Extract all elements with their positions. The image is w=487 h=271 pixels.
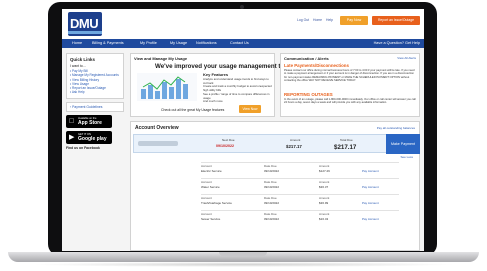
- quick-links-subtitle: I want to...: [70, 64, 86, 68]
- account-summary-bar: Next Due 09/10/2022 Amount $217.17 Total…: [133, 134, 420, 154]
- reporting-outages-text: In the event of an outage, please call 1…: [284, 98, 416, 105]
- site-header: DMU Log Out Home Help Pay Now Report an …: [62, 9, 424, 39]
- feature-item: And much more: [203, 99, 223, 104]
- pay-now-button[interactable]: Pay Now: [340, 16, 368, 25]
- app-store-badge[interactable]:  Available on the App Store: [66, 114, 112, 128]
- pay-account-link[interactable]: Pay Account: [362, 217, 379, 221]
- report-outage-button[interactable]: Report an Issue/Outage: [372, 16, 420, 25]
- reporting-outages-heading: REPORTING OUTAGES: [284, 92, 333, 97]
- account-name-redacted: [138, 141, 178, 146]
- facebook-link[interactable]: Find us on Facebook: [66, 146, 124, 150]
- usage-title: View and Manage My Usage: [134, 56, 188, 61]
- next-due-value: 09/10/2022: [216, 144, 234, 148]
- make-payment-button[interactable]: Make Payment: [386, 134, 420, 154]
- logout-link[interactable]: Log Out: [297, 18, 309, 22]
- amount-label: Amount: [290, 138, 301, 142]
- late-payments-text: Please contact our office during normal …: [284, 69, 415, 83]
- sidebar: Quick Links I want to... • Pay My Bill •…: [66, 53, 124, 150]
- alerts-panel: Communication / Alerts View All Alerts L…: [280, 53, 420, 117]
- account-row: Account Water Service Date Due 09/10/202…: [201, 178, 399, 192]
- quick-link-ask-help[interactable]: • Ask Help: [70, 90, 120, 94]
- total-due-label: Total Due: [340, 138, 353, 142]
- usage-chart-illustration: [137, 73, 197, 101]
- logo-text: DMU: [70, 16, 99, 31]
- nav-notifications[interactable]: Notifications: [196, 39, 217, 48]
- home-link[interactable]: Home: [313, 18, 322, 22]
- nav-profile[interactable]: My Profile: [140, 39, 157, 48]
- pay-account-link[interactable]: Pay Account: [362, 185, 379, 189]
- account-overview-title: Account Overview: [135, 125, 179, 131]
- main-nav: Home Billing & Payments My Profile My Us…: [62, 39, 424, 48]
- top-links: Log Out Home Help: [297, 18, 336, 22]
- usage-panel: View and Manage My Usage We've improved …: [130, 53, 295, 117]
- account-row: Account Trash/Garbage Service Date Due 0…: [201, 194, 399, 208]
- account-row: Account Electric Service Date Due 09/10/…: [201, 162, 399, 176]
- pay-account-link[interactable]: Pay Account: [362, 201, 379, 205]
- quick-links-panel: Quick Links I want to... • Pay My Bill •…: [66, 53, 124, 99]
- quick-links-title: Quick Links: [70, 57, 95, 62]
- help-link[interactable]: Help: [326, 18, 333, 22]
- nav-contact[interactable]: Contact Us: [230, 39, 249, 48]
- nav-help[interactable]: Have a Question? Get Help: [374, 39, 420, 48]
- apple-icon: : [69, 118, 74, 125]
- account-row: Account Sewer Service Date Due 09/10/202…: [201, 210, 399, 224]
- dmu-logo[interactable]: DMU: [68, 12, 102, 36]
- key-features-list: Analyze and understand usage trends to f…: [203, 77, 273, 104]
- logo-wave: [68, 31, 102, 34]
- laptop-base-notch: [219, 252, 267, 256]
- laptop-shadow: [30, 262, 457, 267]
- usage-check-text: Check out all the great My Usage feature…: [161, 108, 225, 112]
- nav-usage[interactable]: My Usage: [170, 39, 187, 48]
- next-due-label: Next Due: [222, 138, 235, 142]
- payment-guidelines-link[interactable]: › Payment Guidelines: [66, 101, 124, 112]
- total-due-value: $217.17: [334, 144, 357, 151]
- view-all-alerts-link[interactable]: View All Alerts: [397, 56, 416, 60]
- usage-headline: We've improved your usage management too…: [155, 63, 296, 70]
- nav-home[interactable]: Home: [72, 39, 82, 48]
- nav-billing[interactable]: Billing & Payments: [92, 39, 124, 48]
- see-less-link[interactable]: See Less: [400, 155, 413, 159]
- amount-value: $217.17: [286, 144, 302, 149]
- late-payments-heading: Late Payments/Disconnections: [284, 63, 349, 68]
- alerts-title: Communication / Alerts: [284, 56, 329, 61]
- view-now-button[interactable]: View Now: [239, 105, 261, 113]
- play-icon: ▶: [69, 133, 75, 141]
- account-overview-panel: Account Overview Pay all outstanding bal…: [130, 121, 420, 251]
- pay-all-link[interactable]: Pay all outstanding balances: [377, 126, 415, 130]
- pay-account-link[interactable]: Pay Account: [362, 169, 379, 173]
- google-play-badge[interactable]: ▶ GET IT ON Google play: [66, 130, 112, 144]
- screen: DMU Log Out Home Help Pay Now Report an …: [62, 9, 424, 251]
